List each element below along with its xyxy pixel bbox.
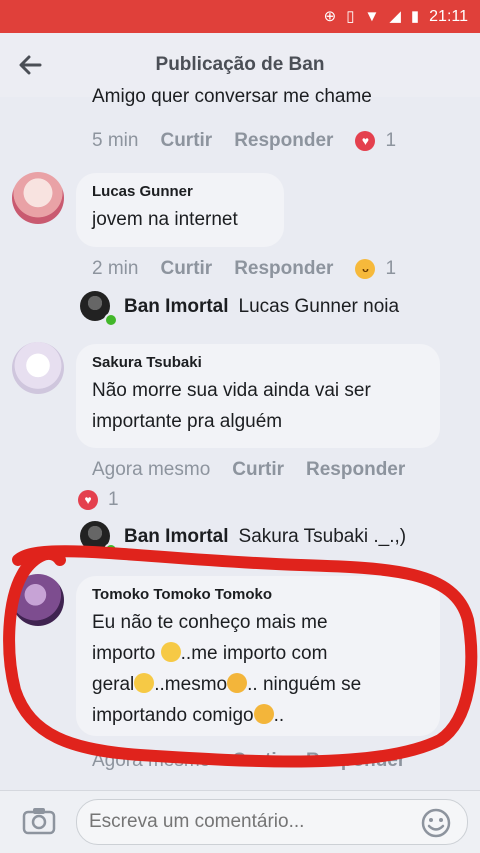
reply-text: Sakura Tsubaki ._.,) [238,526,407,547]
like-button[interactable]: Curtir [232,459,284,481]
battery-icon: ▮ [410,8,420,25]
comment-author[interactable]: Lucas Gunner [92,183,268,200]
reaction-count: 1 [385,130,397,151]
comment-text-part: geral [92,674,135,695]
like-button[interactable]: Curtir [160,130,212,152]
reaction-summary[interactable]: ᴗ 1 [355,258,396,280]
comment-meta: 2 min Curtir Responder ᴗ 1 [92,258,396,280]
comment-text-part: ..me importo com [180,643,328,664]
heart-icon: ♥ [355,131,376,151]
emoji-picker-icon[interactable] [420,807,452,839]
comment-author[interactable]: Sakura Tsubaki [92,354,424,371]
comment-composer [0,790,480,853]
like-button[interactable]: Curtir [160,258,212,280]
smiling-emoji-icon [160,642,181,662]
comment-meta: Agora mesmo Curtir Responder [92,459,405,481]
weary-emoji-icon [227,673,248,693]
comment-time: Agora mesmo [92,459,211,480]
smiling-emoji-icon [134,673,155,693]
comment-bubble[interactable]: Lucas Gunner jovem na internet [76,173,284,247]
reply-button[interactable]: Responder [234,258,333,280]
wifi-icon: ▼ [364,8,380,25]
comment-meta: 5 min Curtir Responder ♥ 1 [92,130,396,152]
online-indicator [104,543,118,557]
reply-button[interactable]: Responder [234,130,333,152]
comment-time: 5 min [92,130,139,151]
reaction-summary[interactable]: ♥ 1 [78,489,119,511]
previous-comment-text: Amigo quer conversar me chame [92,86,372,107]
sad-emoji-icon [253,704,274,724]
reply-text: Lucas Gunner noia [238,296,400,317]
avatar[interactable] [12,172,64,224]
reaction-count: 1 [108,489,119,510]
reply-author[interactable]: Ban Imortal [124,296,229,318]
comment-meta: Agora mesmo Curtir Responder [92,750,405,772]
comment-input[interactable] [76,799,468,845]
online-indicator [104,313,118,327]
like-button[interactable]: Curtir [232,750,284,772]
comment-text: Não morre sua vida ainda vai ser importa… [92,380,371,432]
comment-text-part: .. ninguém se [247,674,362,695]
reply-author[interactable]: Ban Imortal [124,526,229,548]
comment-text-part: .. [273,705,285,726]
comment-time: 2 min [92,258,139,279]
data-saver-icon: ⊕ [323,8,337,25]
comment-text-part: importando comigo [92,705,254,726]
comment-time: Agora mesmo [92,750,211,771]
back-arrow-icon [19,55,42,75]
comment-text: Eu não te conheço mais me importo ..me i… [92,607,424,731]
avatar[interactable] [12,574,64,626]
page-title: Publicação de Ban [155,54,325,75]
comment-bubble[interactable]: Tomoko Tomoko Tomoko Eu não te conheço m… [76,576,440,736]
reply-preview[interactable]: Ban Imortal Sakura Tsubaki ._.,) [124,526,406,548]
comment-text-part: ..mesmo [154,674,228,695]
camera-icon[interactable] [22,807,56,835]
avatar[interactable] [12,342,64,394]
vibrate-icon: ▯ [346,8,355,25]
haha-reaction-icon: ᴗ [355,259,376,279]
comment-author[interactable]: Tomoko Tomoko Tomoko [92,586,424,603]
comment-bubble[interactable]: Sakura Tsubaki Não morre sua vida ainda … [76,344,440,448]
status-time: 21:11 [429,7,468,25]
comment-text-part: Eu não te conheço mais me [92,612,328,633]
back-button[interactable] [0,33,60,97]
comment-text-part: importo [92,643,161,664]
signal-icon: ◢ [389,8,401,25]
reaction-summary[interactable]: ♥ 1 [355,130,396,152]
comment-text: jovem na internet [92,209,238,230]
heart-icon: ♥ [78,490,98,510]
reply-preview[interactable]: Ban Imortal Lucas Gunner noia [124,296,399,318]
comment-reactions: ♥ 1 [78,489,119,511]
reaction-count: 1 [385,258,397,279]
reply-button[interactable]: Responder [306,750,405,772]
reply-button[interactable]: Responder [306,459,405,481]
status-bar: ⊕ ▯ ▼ ◢ ▮ 21:11 [0,0,480,33]
